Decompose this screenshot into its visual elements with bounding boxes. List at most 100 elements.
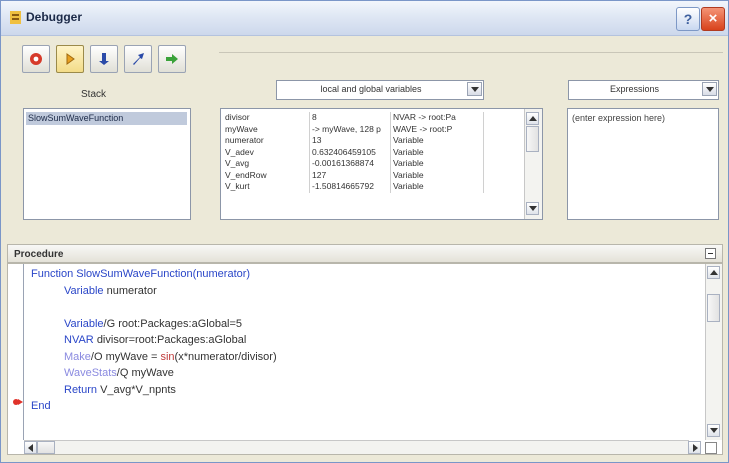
scroll-left-icon[interactable] <box>24 441 37 454</box>
variable-row[interactable]: numerator 13 Variable <box>223 135 484 147</box>
stack-label: Stack <box>81 89 107 100</box>
scroll-down-icon[interactable] <box>707 424 720 437</box>
debugger-window: Debugger ? × Stack SlowSumWaveFunction l <box>0 0 729 463</box>
scroll-thumb[interactable] <box>526 126 539 152</box>
variables-panel[interactable]: divisor 8 NVAR -> root:Pa myWave -> myWave, … <box>220 108 543 220</box>
code-token: WaveStats <box>64 367 117 379</box>
variable-name: divisor <box>223 112 310 124</box>
current-line-arrow-icon <box>18 399 23 405</box>
step-out-button[interactable] <box>124 45 152 73</box>
scroll-up-icon[interactable] <box>707 266 720 279</box>
debugger-app-icon <box>10 11 21 24</box>
variable-row[interactable]: myWave -> myWave, 128 p WAVE -> root:P <box>223 123 484 135</box>
variable-name: V_adev <box>223 146 310 158</box>
procedure-code-area[interactable]: Function SlowSumWaveFunction(numerator) V… <box>7 263 723 455</box>
variable-name: V_endRow <box>223 169 310 181</box>
code-line[interactable]: WaveStats/Q myWave <box>64 367 174 379</box>
code-token: (x*numerator/divisor) <box>174 350 277 363</box>
step-button[interactable] <box>90 45 118 73</box>
variable-name: numerator <box>223 135 310 147</box>
stop-button[interactable] <box>22 45 50 73</box>
scroll-thumb[interactable] <box>37 441 55 454</box>
code-token: Variable <box>64 317 104 330</box>
resize-corner[interactable] <box>705 442 717 454</box>
variable-type: Variable <box>390 181 484 193</box>
gutter-divider <box>23 264 24 440</box>
title-bar[interactable]: Debugger ? × <box>1 1 728 36</box>
variables-scope-dropdown[interactable]: local and global variables <box>276 80 484 100</box>
code-line[interactable]: Variable/G root:Packages:aGlobal=5 <box>64 318 242 330</box>
code-token: numerator <box>106 284 157 297</box>
code-token: End <box>31 400 51 412</box>
code-horizontal-scrollbar[interactable] <box>24 440 701 454</box>
expressions-dropdown-value: Expressions <box>609 84 660 94</box>
variables-scrollbar[interactable] <box>524 109 542 219</box>
scroll-down-icon[interactable] <box>526 202 539 215</box>
variable-row[interactable]: V_endRow 127 Variable <box>223 169 484 181</box>
code-token: Variable <box>64 284 107 297</box>
go-icon <box>166 54 178 64</box>
variable-name: myWave <box>223 123 310 135</box>
code-token: Make <box>64 350 91 363</box>
code-token: Function <box>31 268 77 280</box>
chevron-down-icon[interactable] <box>702 82 717 96</box>
stack-item[interactable]: SlowSumWaveFunction <box>26 112 187 125</box>
variable-value: 0.632406459105 <box>309 146 391 158</box>
variable-row[interactable]: V_adev 0.632406459105 Variable <box>223 146 484 158</box>
variable-row[interactable]: V_kurt -1.50814665792 Variable <box>223 181 484 193</box>
variables-scope-value: local and global variables <box>320 84 422 94</box>
code-line[interactable]: Function SlowSumWaveFunction(numerator) <box>31 268 250 280</box>
code-line[interactable]: Variable numerator <box>64 285 157 297</box>
step-into-button[interactable] <box>56 45 84 73</box>
variable-value: -> myWave, 128 p <box>309 123 391 135</box>
variable-name: V_avg <box>223 158 310 170</box>
toolbar-separator <box>219 52 723 53</box>
code-token: Return <box>64 383 101 396</box>
step-out-icon <box>133 53 144 65</box>
variable-name: V_kurt <box>223 181 310 193</box>
expression-entry[interactable]: (enter expression here) <box>572 113 665 123</box>
code-vertical-scrollbar[interactable] <box>705 264 722 440</box>
chevron-down-icon[interactable] <box>467 82 482 96</box>
scroll-right-icon[interactable] <box>688 441 701 454</box>
variable-row[interactable]: divisor 8 NVAR -> root:Pa <box>223 112 484 124</box>
close-button[interactable]: × <box>701 7 725 31</box>
code-line[interactable]: Make/O myWave = sin(x*numerator/divisor) <box>64 351 277 363</box>
code-token: SlowSumWaveFunction(numerator) <box>76 268 251 280</box>
variable-row[interactable]: V_avg -0.00161368874 Variable <box>223 158 484 170</box>
code-token: sin <box>160 350 175 363</box>
variable-value: 8 <box>309 112 391 124</box>
variable-type: Variable <box>390 158 484 170</box>
stop-icon <box>30 53 42 65</box>
variable-type: Variable <box>390 146 484 158</box>
collapse-icon[interactable] <box>705 248 716 259</box>
variable-value: 127 <box>309 169 391 181</box>
variable-type: WAVE -> root:P <box>390 123 484 135</box>
help-button[interactable]: ? <box>676 7 700 31</box>
code-line[interactable]: End <box>31 400 51 412</box>
code-token: NVAR <box>64 334 97 346</box>
expressions-dropdown[interactable]: Expressions <box>568 80 719 100</box>
scroll-up-icon[interactable] <box>526 112 539 125</box>
go-button[interactable] <box>158 45 186 73</box>
variable-type: NVAR -> root:Pa <box>390 112 484 124</box>
stack-list[interactable]: SlowSumWaveFunction <box>23 108 191 220</box>
variable-type: Variable <box>390 169 484 181</box>
variable-value: -1.50814665792 <box>309 181 391 193</box>
code-line[interactable]: NVAR divisor=root:Packages:aGlobal <box>64 334 246 346</box>
variables-table: divisor 8 NVAR -> root:Pa myWave -> myWave, … <box>223 112 484 193</box>
scroll-thumb[interactable] <box>707 294 720 322</box>
variable-type: Variable <box>390 135 484 147</box>
variable-value: 13 <box>309 135 391 147</box>
code-line-current[interactable]: Return V_avg*V_npnts <box>64 384 176 396</box>
expressions-panel[interactable]: (enter expression here) <box>567 108 719 220</box>
step-into-icon <box>66 53 75 65</box>
code-token: /O myWave = <box>90 350 161 363</box>
procedure-title: Procedure <box>14 249 64 260</box>
code-token: V_avg*V_npnts <box>100 383 176 396</box>
procedure-header: Procedure <box>7 244 723 263</box>
code-token: /Q myWave <box>116 367 174 379</box>
window-title: Debugger <box>26 10 83 24</box>
variable-value: -0.00161368874 <box>309 158 391 170</box>
code-token: divisor=root:Packages:aGlobal <box>96 334 247 346</box>
